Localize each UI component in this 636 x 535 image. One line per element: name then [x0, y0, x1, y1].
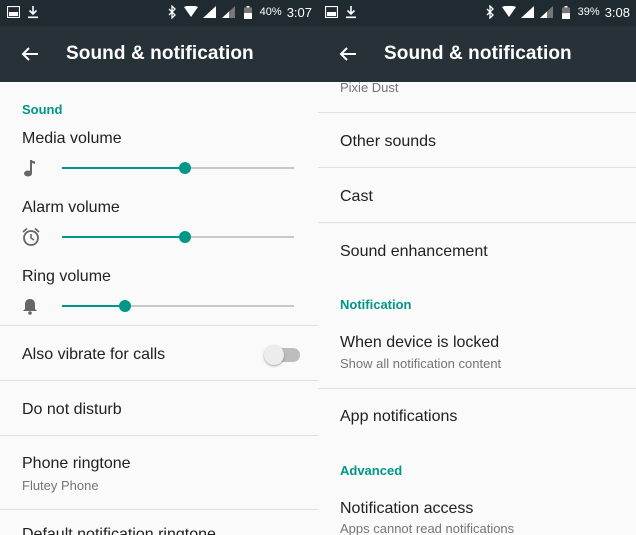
screenshot-notification-icon: [6, 4, 20, 20]
app-notifications-item[interactable]: App notifications: [340, 408, 457, 426]
divider: [318, 388, 636, 389]
do-not-disturb-item[interactable]: Do not disturb: [22, 401, 122, 419]
battery-percent: 39%: [577, 6, 600, 18]
section-header-advanced: Advanced: [340, 463, 403, 478]
cast-item[interactable]: Cast: [340, 188, 373, 206]
divider: [0, 435, 318, 436]
signal-icon: [521, 4, 535, 20]
app-bar: Sound & notification: [318, 26, 636, 82]
screenshot-notification-icon: [324, 4, 338, 20]
phone-ringtone-value: Flutey Phone: [22, 478, 99, 493]
section-header-notification: Notification: [340, 297, 412, 312]
divider: [318, 112, 636, 113]
bluetooth-icon: [483, 4, 497, 20]
battery-percent: 40%: [259, 6, 282, 18]
signal-icon: [203, 4, 217, 20]
arrow-back-icon: [21, 47, 38, 61]
ring-volume-slider[interactable]: [62, 300, 294, 312]
page-title: Sound & notification: [384, 43, 572, 64]
bell-icon: [22, 296, 40, 316]
left-screen: 40% 3:07 Sound & notification Sound Medi…: [0, 0, 318, 535]
battery-icon: [241, 4, 255, 20]
download-icon: [26, 4, 40, 20]
media-volume-label: Media volume: [22, 130, 122, 147]
signal-2-icon: [222, 4, 236, 20]
clock: 3:08: [604, 4, 630, 20]
divider: [0, 325, 318, 326]
arrow-back-icon: [339, 47, 356, 61]
other-sounds-item[interactable]: Other sounds: [340, 133, 436, 151]
when-locked-value: Show all notification content: [340, 356, 502, 371]
wifi-icon: [183, 4, 198, 20]
alarm-volume-slider[interactable]: [62, 231, 294, 243]
status-bar: 40% 3:07: [0, 0, 318, 26]
phone-ringtone-label: Phone ringtone: [22, 455, 131, 472]
alarm-volume-setting: Alarm volume: [22, 199, 312, 246]
battery-icon: [559, 4, 573, 20]
notification-access-label: Notification access: [340, 500, 474, 517]
right-screen: 39% 3:08 Sound & notification Pixie Dust…: [318, 0, 636, 535]
when-locked-label: When device is locked: [340, 334, 500, 351]
alarm-volume-thumb[interactable]: [178, 231, 191, 243]
back-button[interactable]: [324, 26, 372, 82]
bluetooth-icon: [165, 4, 179, 20]
section-header-sound: Sound: [22, 102, 63, 117]
ring-volume-setting: Ring volume: [22, 268, 312, 315]
back-button[interactable]: [6, 26, 54, 82]
divider: [318, 167, 636, 168]
app-bar: Sound & notification: [0, 26, 318, 82]
divider: [0, 509, 318, 510]
ring-volume-label: Ring volume: [22, 268, 111, 285]
vibrate-toggle[interactable]: [264, 345, 300, 365]
partial-item-value: Pixie Dust: [340, 80, 399, 95]
media-volume-setting: Media volume: [22, 130, 312, 177]
divider: [318, 222, 636, 223]
music-note-icon: [22, 158, 40, 178]
alarm-clock-icon: [22, 227, 40, 247]
media-volume-slider[interactable]: [62, 162, 294, 174]
toggle-knob: [264, 345, 284, 365]
ring-volume-thumb[interactable]: [118, 300, 131, 312]
signal-2-icon: [540, 4, 554, 20]
media-volume-thumb[interactable]: [178, 162, 191, 174]
status-bar: 39% 3:08: [318, 0, 636, 26]
vibrate-label: Also vibrate for calls: [22, 346, 166, 363]
wifi-icon: [501, 4, 516, 20]
sound-enhancement-item[interactable]: Sound enhancement: [340, 243, 488, 261]
default-notification-ringtone-item[interactable]: Default notification ringtone: [22, 526, 216, 535]
page-title: Sound & notification: [66, 43, 254, 64]
clock: 3:07: [286, 4, 312, 20]
alarm-volume-label: Alarm volume: [22, 199, 120, 216]
divider: [0, 380, 318, 381]
download-icon: [344, 4, 358, 20]
notification-access-value: Apps cannot read notifications: [340, 521, 515, 535]
